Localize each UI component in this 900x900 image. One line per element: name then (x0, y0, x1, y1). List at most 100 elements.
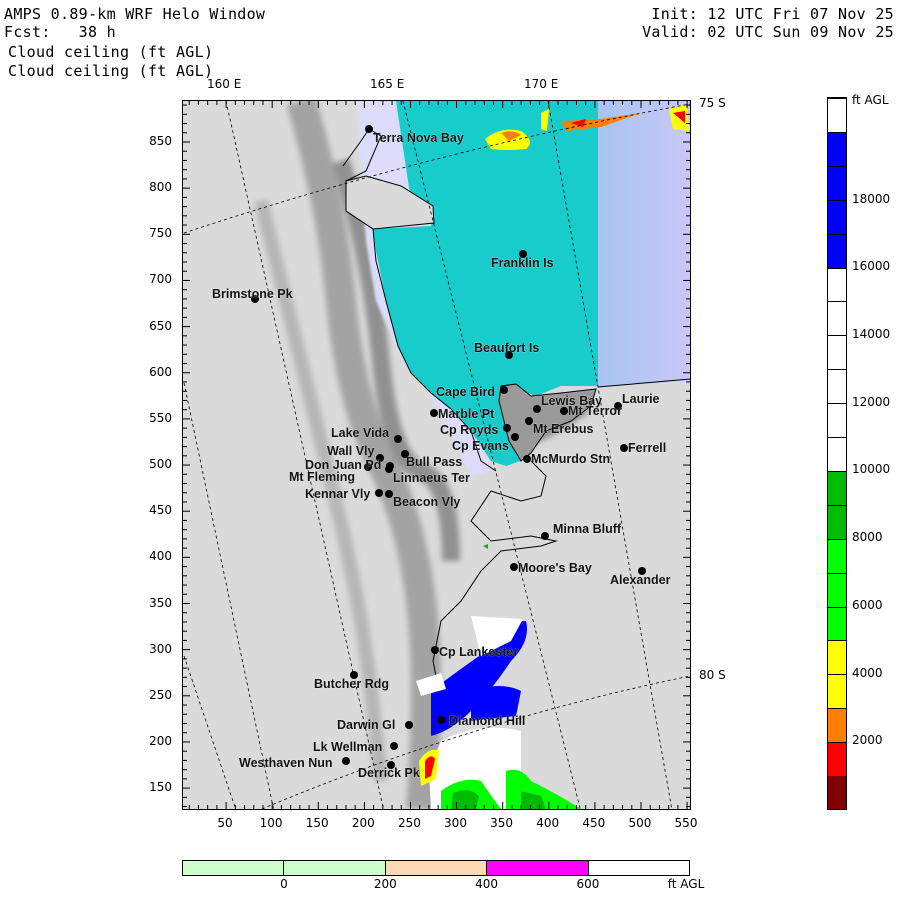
terrain-bar-swatch (587, 861, 690, 875)
colorbar-swatch (828, 403, 846, 438)
station-marker-lewis-bay[interactable] (533, 405, 541, 413)
colorbar-swatch (828, 572, 846, 607)
terrain-bar-label: 0 (280, 877, 288, 891)
colorbar-label: 12000 (852, 394, 891, 409)
station-label-cp-royds: Cp Royds (440, 423, 499, 437)
station-marker-cp-evans[interactable] (511, 433, 519, 441)
map-plot[interactable]: Terra Nova Bay Franklin Is Brimstone Pk Bea… (182, 100, 691, 810)
ceiling-colorbar (827, 97, 847, 810)
station-marker-moore-s-bay[interactable] (510, 563, 518, 571)
colorbar-swatch (828, 233, 846, 268)
colorbar-label: 10000 (852, 462, 891, 477)
station-label-kennar-vly: Kennar Vly (305, 487, 371, 501)
station-marker-cape-bird[interactable] (500, 386, 508, 394)
station-label-beacon-vly: Beacon Vly (393, 495, 461, 509)
station-marker-westhaven-nun[interactable] (342, 757, 350, 765)
amps-map-page: AMPS 0.89-km WRF Helo Window Fcst: 38 h … (0, 0, 900, 900)
x-tick-label: 50 (217, 816, 233, 830)
station-label-lake-vida: Lake Vida (331, 426, 390, 440)
colorbar-swatch (828, 437, 846, 471)
station-marker-cp-royds[interactable] (503, 424, 511, 432)
station-marker-cp-lankester[interactable] (431, 646, 439, 654)
station-marker-diamond-hill[interactable] (437, 716, 445, 724)
forecast-hour: Fcst: 38 h (4, 23, 116, 41)
station-label-cp-evans: Cp Evans (452, 439, 509, 453)
station-label-alexander: Alexander (610, 573, 671, 587)
station-label-mcmurdo-stn: McMurdo Stn (531, 452, 611, 466)
colorbar-label: 4000 (852, 665, 883, 680)
colorbar-label: 6000 (852, 597, 883, 612)
station-marker-mt-terror[interactable] (560, 407, 568, 415)
colorbar-swatch (828, 606, 846, 641)
colorbar-swatch (828, 301, 846, 336)
station-label-mt-fleming: Mt Fleming (289, 470, 355, 484)
station-marker-mt-erebus[interactable] (525, 417, 533, 425)
station-label-diamond-hill: Diamond Hill (449, 714, 526, 728)
colorbar-label: 2000 (852, 733, 883, 748)
x-tick-label: 300 (444, 816, 467, 830)
terrain-bar-swatch (183, 861, 284, 875)
y-tick-label: 450 (149, 503, 172, 518)
station-label-bull-pass: Bull Pass (406, 455, 463, 469)
station-marker-lk-wellman[interactable] (390, 742, 398, 750)
station-marker-kennar-vly[interactable] (375, 489, 383, 497)
y-tick-label: 700 (149, 272, 172, 287)
station-marker-terra-nova-bay[interactable] (365, 125, 373, 133)
terrain-bar-unit: ft AGL (667, 877, 705, 891)
x-tick-label: 250 (397, 816, 421, 830)
station-marker-ferrell[interactable] (620, 444, 628, 452)
colorbar-swatch (828, 470, 846, 505)
y-tick-label: 650 (149, 318, 172, 333)
station-label-minna-bluff: Minna Bluff (553, 522, 622, 536)
colorbar-swatch (828, 97, 846, 132)
station-marker-marble-pt[interactable] (430, 409, 438, 417)
station-label-westhaven-nun: Westhaven Nun (239, 756, 333, 770)
station-marker-minna-bluff[interactable] (541, 532, 549, 540)
y-tick-label: 400 (149, 549, 172, 564)
station-label-butcher-rdg: Butcher Rdg (314, 677, 389, 691)
y-tick-label: 550 (149, 410, 172, 425)
x-tick-label: 500 (628, 816, 652, 830)
terrain-bar-swatch (486, 861, 588, 875)
lat-label-80s: 80 S (699, 668, 726, 682)
colorbar-label: 14000 (852, 327, 891, 341)
station-label-marble-pt: Marble Pt (438, 407, 495, 421)
field-name: Cloud ceiling (ft AGL) (8, 43, 214, 61)
y-tick-label: 850 (149, 134, 172, 148)
colorbar-swatch (828, 504, 846, 539)
colorbar-label: 8000 (852, 530, 883, 545)
station-label-derrick-pk: Derrick Pk (358, 766, 420, 780)
colorbar-label: 18000 (852, 191, 891, 206)
station-marker-beacon-vly[interactable] (385, 490, 393, 498)
y-tick-label: 350 (149, 595, 172, 610)
colorbar-swatch (828, 742, 846, 777)
x-tick-label: 150 (305, 816, 329, 830)
station-marker-darwin-gl[interactable] (405, 721, 413, 729)
station-label-mt-terror: Mt Terror (568, 404, 622, 418)
x-tick-label: 100 (259, 816, 283, 830)
y-tick-label: 600 (149, 364, 172, 379)
station-marker-lake-vida[interactable] (394, 435, 402, 443)
colorbar-swatch (828, 335, 846, 370)
station-marker-linnaeus-ter[interactable] (385, 465, 393, 473)
init-time: Init: 12 UTC Fri 07 Nov 25 (651, 5, 894, 23)
x-tick-label: 400 (536, 816, 560, 830)
colorbar-swatch (828, 674, 846, 709)
valid-time: Valid: 02 UTC Sun 09 Nov 25 (642, 23, 894, 41)
station-label-beaufort-is: Beaufort Is (474, 341, 540, 355)
lon-label-160e: 160 E (207, 77, 242, 91)
x-tick-label: 450 (582, 816, 606, 830)
station-label-wall-vly: Wall Vly (327, 444, 375, 458)
x-tick-label: 550 (674, 816, 698, 830)
colorbar-swatch (828, 165, 846, 200)
station-label-moore-s-bay: Moore's Bay (518, 561, 592, 575)
station-marker-mcmurdo-stn[interactable] (523, 455, 531, 463)
colorbar-unit: ft AGL (852, 93, 889, 107)
station-label-darwin-gl: Darwin Gl (337, 718, 396, 732)
y-tick-label: 150 (149, 780, 172, 795)
x-tick-label: 350 (490, 816, 514, 830)
y-tick-label: 250 (149, 687, 172, 702)
station-label-ferrell: Ferrell (628, 441, 667, 455)
terrain-bar-label: 600 (576, 877, 600, 891)
product-title: AMPS 0.89-km WRF Helo Window (4, 5, 266, 23)
